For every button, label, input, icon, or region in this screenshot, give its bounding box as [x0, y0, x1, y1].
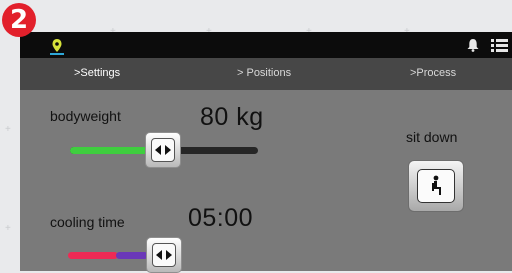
background-plus-mark: + [5, 124, 11, 135]
bodyweight-slider-handle[interactable] [145, 132, 181, 168]
sit-down-button[interactable] [408, 160, 464, 212]
menu-icon[interactable] [491, 39, 508, 52]
background-plus-mark: + [5, 223, 11, 234]
cooling-time-value: 05:00 [188, 204, 254, 232]
sitting-person-icon [432, 175, 441, 195]
sit-down-label: sit down [406, 129, 458, 145]
cooling-time-slider-handle[interactable] [146, 237, 182, 273]
bodyweight-slider-fill [70, 147, 156, 154]
tab-process[interactable]: >Process [410, 67, 456, 79]
step-badge: 2 [2, 3, 36, 37]
cooling-time-slider-fill-red [68, 252, 118, 259]
cooling-time-label: cooling time [50, 214, 125, 230]
device-screen: >Settings > Positions >Process bodyweigh… [20, 32, 512, 273]
bell-icon[interactable] [466, 38, 480, 52]
bodyweight-label: bodyweight [50, 108, 121, 124]
tab-positions[interactable]: > Positions [237, 67, 291, 79]
top-status-bar [20, 32, 512, 58]
left-right-arrows-icon [156, 250, 172, 260]
bodyweight-value: 80 kg [200, 103, 264, 131]
tab-bar: >Settings > Positions >Process [20, 58, 512, 90]
left-right-arrows-icon [155, 145, 171, 155]
tab-settings[interactable]: >Settings [74, 67, 120, 79]
location-pin-icon[interactable] [50, 38, 64, 56]
cooling-time-slider-fill-purple [116, 252, 148, 259]
